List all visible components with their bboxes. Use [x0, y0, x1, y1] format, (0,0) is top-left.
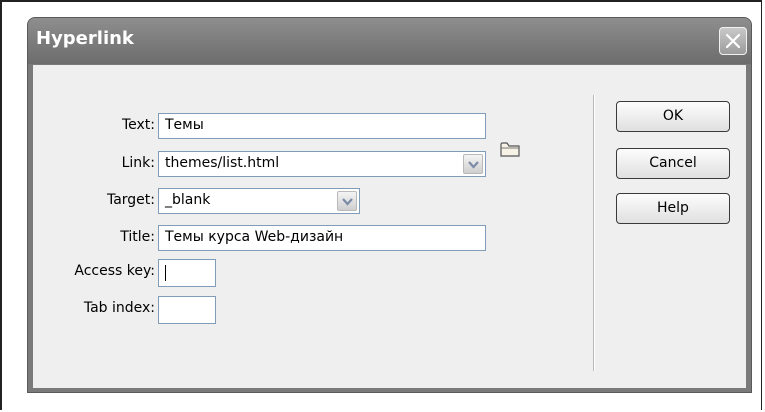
target-select-value: _blank — [165, 192, 211, 208]
dialog-body: Text: Темы Link: themes/list.html Target… — [33, 65, 746, 388]
target-label: Target: — [106, 192, 155, 208]
tab-index-label: Tab index: — [83, 300, 155, 316]
link-label: Link: — [121, 155, 155, 171]
title-bar[interactable]: Hyperlink — [28, 18, 751, 64]
text-label: Text: — [121, 117, 155, 133]
access-key-input[interactable] — [158, 259, 216, 287]
chevron-down-icon — [342, 198, 353, 206]
folder-icon[interactable] — [500, 141, 522, 158]
close-button[interactable] — [719, 27, 747, 55]
access-key-label: Access key: — [74, 263, 155, 279]
hyperlink-dialog: Hyperlink Text: Темы Link: themes/list.h… — [27, 17, 752, 393]
target-select[interactable]: _blank — [158, 188, 360, 214]
text-input[interactable]: Темы — [158, 113, 486, 139]
target-dropdown-button[interactable] — [337, 191, 357, 211]
ok-button[interactable]: OK — [616, 101, 730, 132]
link-combobox[interactable]: themes/list.html — [158, 151, 486, 177]
dialog-title: Hyperlink — [36, 28, 134, 49]
cancel-button[interactable]: Cancel — [616, 148, 730, 179]
text-cursor — [165, 265, 166, 281]
text-input-value: Темы — [165, 117, 204, 133]
tab-index-input[interactable] — [158, 296, 216, 324]
link-input-value: themes/list.html — [165, 155, 280, 171]
title-input-value: Темы курса Web-дизайн — [165, 229, 344, 245]
link-dropdown-button[interactable] — [463, 154, 483, 174]
title-label: Title: — [120, 229, 155, 245]
close-icon — [726, 34, 740, 48]
vertical-divider — [593, 95, 595, 371]
chevron-down-icon — [468, 161, 479, 169]
help-button[interactable]: Help — [616, 193, 730, 224]
title-input[interactable]: Темы курса Web-дизайн — [158, 225, 486, 251]
